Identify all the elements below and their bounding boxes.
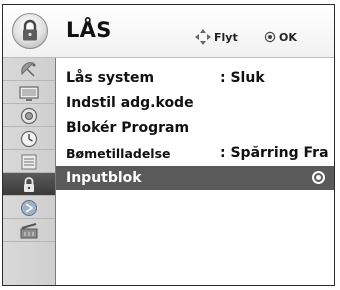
sidebar-item-option[interactable] <box>3 150 55 173</box>
audio-icon <box>20 107 38 125</box>
menu-item-label: Indstil adg.kode <box>66 95 194 111</box>
media-icon <box>20 222 38 239</box>
sidebar-item-lock[interactable] <box>3 173 55 196</box>
menu-item-label: Inputblok <box>66 170 142 186</box>
option-icon <box>21 154 37 170</box>
menu-item-label: Bømetilladelse <box>66 146 171 161</box>
satellite-dish-icon <box>21 62 36 77</box>
page-title: LÅS <box>66 18 112 42</box>
arrows-icon <box>195 29 211 45</box>
menu-item-lock-system[interactable]: Lås system : Sluk <box>56 66 334 90</box>
move-hint-label: Flyt <box>214 31 238 44</box>
sidebar-item-media[interactable] <box>3 219 55 242</box>
category-sidebar <box>3 58 56 285</box>
menu-item-label: Lås system <box>66 70 155 86</box>
menu-header: LÅS Flyt OK <box>3 5 334 58</box>
picture-icon <box>19 86 39 101</box>
sidebar-item-audio[interactable] <box>3 104 55 127</box>
sidebar-item-setup[interactable] <box>3 58 55 81</box>
input-icon <box>21 200 37 216</box>
lock-settings-list: Lås system : Sluk Indstil adg.kode Bloké… <box>56 58 334 285</box>
lock-icon <box>24 177 34 192</box>
lock-icon <box>12 13 48 49</box>
select-indicator-icon <box>312 171 325 184</box>
menu-item-set-password[interactable]: Indstil adg.kode <box>56 91 334 115</box>
menu-item-value: : Sluk <box>220 70 265 86</box>
menu-item-input-block[interactable]: Inputblok <box>56 166 334 190</box>
ok-button-icon <box>264 31 276 43</box>
sidebar-item-input[interactable] <box>3 196 55 219</box>
menu-item-value: : Spărring Fra <box>220 145 329 161</box>
menu-item-block-program[interactable]: Blokér Program <box>56 116 334 140</box>
sidebar-item-picture[interactable] <box>3 81 55 104</box>
menu-item-label: Blokér Program <box>66 120 190 136</box>
ok-hint-label: OK <box>279 31 297 44</box>
menu-item-parental-guidance[interactable]: Bømetilladelse : Spărring Fra <box>56 141 334 165</box>
sidebar-item-time[interactable] <box>3 127 55 150</box>
clock-icon <box>20 130 38 148</box>
lock-menu-panel: LÅS Flyt OK Lås system: Sluk Indstil ad… <box>2 4 335 286</box>
